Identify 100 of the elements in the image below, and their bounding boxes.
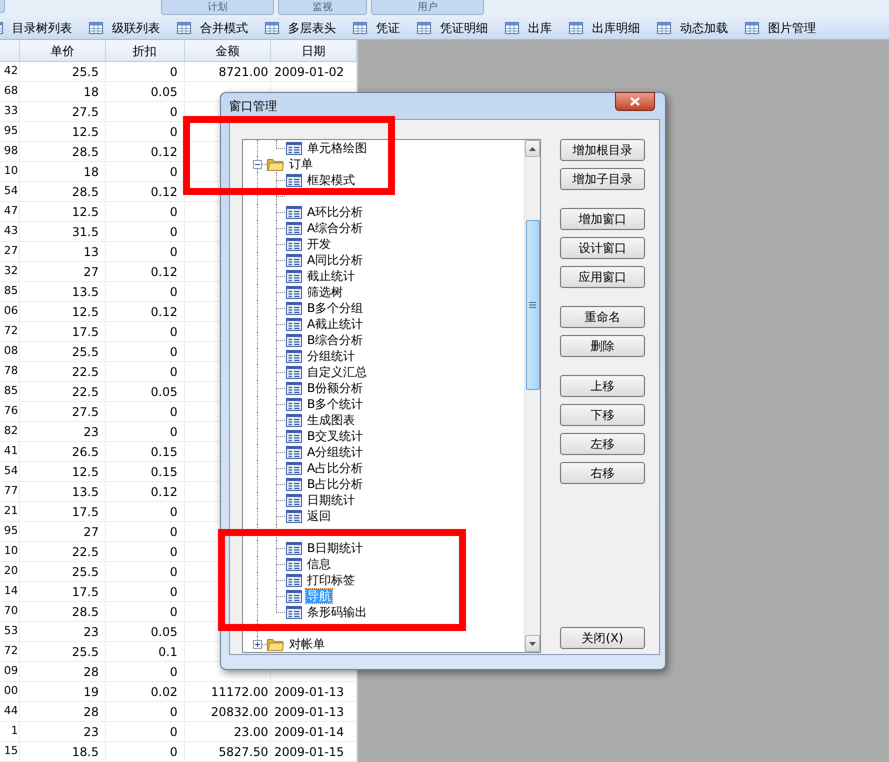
- tree-item[interactable]: 分组统计: [306, 349, 356, 363]
- dialog-button[interactable]: 右移: [560, 462, 645, 484]
- tree-item[interactable]: A环比分析: [306, 205, 364, 219]
- tree-item[interactable]: 对帐单: [288, 637, 326, 651]
- tree-item[interactable]: 日期统计: [306, 493, 356, 507]
- table-cell-text: 23: [83, 424, 99, 440]
- tree-item[interactable]: A分组统计: [306, 445, 364, 459]
- tree-item[interactable]: 自定义汇总: [306, 365, 368, 379]
- table-cell-text: 0.1: [158, 644, 178, 660]
- column-header[interactable]: 单价: [20, 40, 106, 61]
- window-icon: [286, 494, 302, 506]
- dialog-button[interactable]: 左移: [560, 433, 645, 455]
- table-cell-text: 43: [4, 223, 18, 240]
- toolbar-item[interactable]: 出库明细: [569, 19, 640, 37]
- tree-item[interactable]: B份额分析: [306, 381, 364, 395]
- toolbar-item[interactable]: 合并模式: [177, 19, 248, 37]
- dialog-button[interactable]: 上移: [560, 375, 645, 397]
- dialog-button[interactable]: 设计窗口: [560, 237, 645, 259]
- toolbar-item[interactable]: 出库: [505, 19, 552, 37]
- toolbar-item[interactable]: 多层表头: [265, 19, 336, 37]
- module-tab[interactable]: 用户: [371, 0, 484, 15]
- window-icon: [286, 590, 302, 602]
- toolbar-item[interactable]: 目录树列表: [0, 19, 72, 37]
- table-cell-text: 18: [83, 84, 99, 100]
- tree-item[interactable]: A截止统计: [306, 317, 364, 331]
- tree-item[interactable]: B占比分析: [306, 477, 364, 491]
- window-icon: [286, 606, 302, 618]
- table-cell-text: 26.5: [72, 444, 99, 460]
- table-cell-text: 32: [4, 263, 18, 280]
- scroll-down-icon[interactable]: [529, 642, 536, 646]
- tree-item[interactable]: 筛选树: [306, 285, 344, 299]
- table-cell-text: 54: [4, 463, 18, 480]
- table-cell-text: 28.5: [72, 604, 99, 620]
- close-button[interactable]: [615, 92, 655, 111]
- window-icon: [286, 270, 302, 282]
- tree-item[interactable]: 信息: [306, 557, 332, 571]
- toolbar-item[interactable]: 级联列表: [89, 19, 160, 37]
- tree-item[interactable]: B多个统计: [306, 397, 364, 411]
- tree-item[interactable]: 打印标签: [306, 573, 356, 587]
- collapse-icon[interactable]: [253, 160, 262, 168]
- table-cell-text: 0.05: [150, 84, 178, 100]
- dialog-button[interactable]: 关闭(X): [560, 627, 645, 649]
- table-cell-text: 53: [4, 623, 18, 640]
- table-icon: [89, 22, 103, 34]
- table-cell-text: 42: [4, 63, 18, 80]
- column-header[interactable]: 金额: [184, 40, 272, 61]
- toolbar-item[interactable]: 图片管理: [745, 19, 816, 37]
- tree-item[interactable]: 框架模式: [306, 173, 356, 187]
- table-cell-text: 23: [83, 624, 99, 640]
- tree-item[interactable]: 截止统计: [306, 269, 356, 283]
- table-cell-text: 0: [170, 244, 178, 260]
- toolbar-item[interactable]: 动态加载: [657, 19, 728, 37]
- toolbar-item[interactable]: 凭证: [353, 19, 400, 37]
- dialog-button[interactable]: 删除: [560, 335, 645, 357]
- tree-item[interactable]: A占比分析: [306, 461, 364, 475]
- column-header[interactable]: 日期: [271, 40, 358, 61]
- expand-icon[interactable]: [253, 640, 262, 648]
- toolbar-item[interactable]: 凭证明细: [417, 19, 488, 37]
- tree-item[interactable]: 条形码输出: [306, 605, 368, 619]
- window-icon: [286, 366, 302, 378]
- table-cell-text: 28: [83, 704, 99, 720]
- table-cell-text: 27.5: [72, 104, 99, 120]
- module-tab[interactable]: 监视: [278, 0, 367, 15]
- tree-item[interactable]: 订单: [288, 157, 314, 171]
- module-tab[interactable]: 计划: [161, 0, 274, 15]
- table-cell-text: 8721.00: [218, 64, 268, 80]
- table-cell-text: 2009-01-13: [274, 704, 344, 720]
- table-cell-text: 0: [170, 204, 178, 220]
- table-cell-text: 00: [4, 683, 18, 700]
- dialog-button[interactable]: 重命名: [560, 306, 645, 328]
- window-icon: [286, 254, 302, 266]
- tree-item[interactable]: B日期统计: [306, 541, 364, 555]
- tree-item[interactable]: 单元格绘图: [306, 141, 368, 155]
- table-cell-text: 0: [170, 224, 178, 240]
- table-cell-text: 72: [4, 323, 18, 340]
- grip-icon: [529, 302, 536, 308]
- tree-item[interactable]: 生成图表: [306, 413, 356, 427]
- table-cell-text: 20: [4, 563, 18, 580]
- tree-view[interactable]: 单元格绘图 订单 框架模式 A环比分析 A综合分析 开发 A同比分析 截止统计 筛选树 B多个分组 A截止统计 B综合分析 分组统计 自定义汇总 B份额分析 B多个统计 生成图表 B交叉统计 A分组统计 A占比分析 B占比分析 日期统计 返回 B日期统计 信息 打印标签 导航 条形码输出 对帐单: [242, 139, 541, 653]
- dialog-button[interactable]: 下移: [560, 404, 645, 426]
- tree-item[interactable]: A综合分析: [306, 221, 364, 235]
- tree-item[interactable]: 返回: [306, 509, 332, 523]
- dialog-button[interactable]: 增加窗口: [560, 208, 645, 230]
- table-cell-text: 5827.50: [218, 744, 268, 760]
- tree-item[interactable]: A同比分析: [306, 253, 364, 267]
- table-cell-text: 2009-01-14: [274, 724, 344, 740]
- scrollbar[interactable]: [524, 140, 540, 652]
- tree-item[interactable]: B交叉统计: [306, 429, 364, 443]
- window-icon: [286, 142, 302, 154]
- table-cell-text: 0.05: [150, 384, 178, 400]
- dialog-button[interactable]: 增加子目录: [560, 168, 645, 190]
- window-icon: [286, 350, 302, 362]
- table-cell-text: 27.5: [72, 404, 99, 420]
- tree-item[interactable]: B综合分析: [306, 333, 364, 347]
- column-header[interactable]: 折扣: [106, 40, 184, 61]
- dialog-button[interactable]: 增加根目录: [560, 139, 645, 161]
- tree-item[interactable]: 开发: [306, 237, 332, 251]
- dialog-button[interactable]: 应用窗口: [560, 266, 645, 288]
- tree-item[interactable]: B多个分组: [306, 301, 364, 315]
- scroll-up-icon[interactable]: [529, 146, 536, 150]
